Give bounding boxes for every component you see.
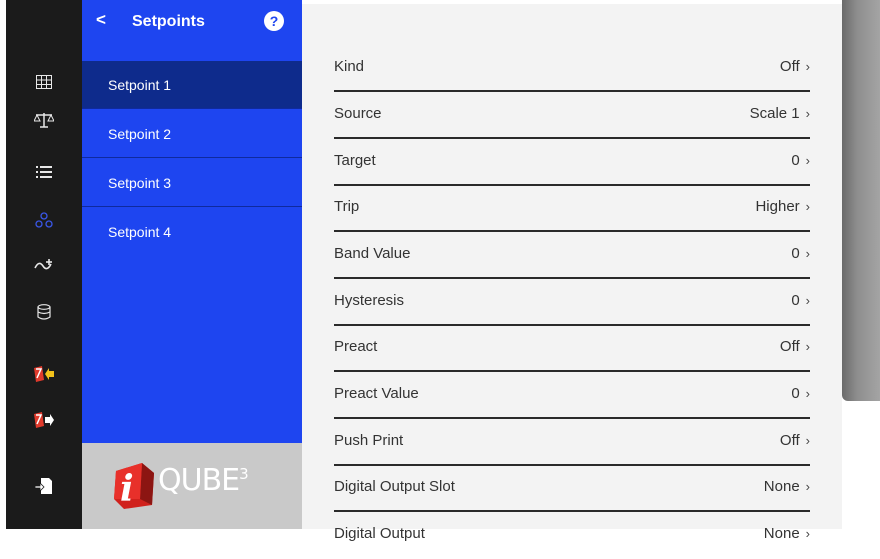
setting-label: Digital Output	[334, 525, 425, 542]
menu-item-label: Setpoint 3	[108, 174, 172, 191]
setting-row-kind[interactable]: Kind Off ›	[334, 46, 810, 92]
menu-title: Setpoints	[132, 13, 205, 30]
help-icon[interactable]: ?	[264, 11, 284, 31]
setting-value: 0 ›	[791, 385, 810, 402]
chevron-right-icon: ›	[805, 246, 810, 261]
icon-rail	[0, 0, 82, 529]
signal-icon[interactable]	[6, 251, 82, 279]
menu-item-setpoint-4[interactable]: Setpoint 4	[82, 208, 302, 256]
chevron-right-icon: ›	[805, 526, 810, 541]
setting-label: Preact	[334, 338, 378, 355]
menu-item-label: Setpoint 4	[108, 224, 172, 240]
setting-value: Off ›	[780, 58, 810, 75]
chevron-right-icon: ›	[805, 433, 810, 448]
setting-label: Source	[334, 105, 382, 122]
svg-text:i: i	[120, 468, 134, 510]
menu-item-label: Setpoint 1	[108, 76, 172, 93]
setting-value-text: 0	[791, 152, 800, 169]
chevron-right-icon: ›	[805, 199, 810, 214]
setting-row-preact[interactable]: Preact Off ›	[334, 326, 810, 372]
chevron-right-icon: ›	[805, 153, 810, 168]
chevron-right-icon: ›	[805, 293, 810, 308]
setting-value-text: 0	[791, 245, 800, 262]
setting-label: Kind	[334, 58, 365, 75]
setting-label: Preact Value	[334, 385, 419, 402]
setting-row-push-print[interactable]: Push Print Off ›	[334, 420, 810, 466]
menu-item-setpoint-1[interactable]: Setpoint 1	[82, 61, 302, 109]
chevron-right-icon: ›	[805, 106, 810, 121]
setting-value: Higher ›	[755, 198, 810, 215]
setting-row-digital-output-slot[interactable]: Digital Output Slot None ›	[334, 466, 810, 512]
setting-label: Band Value	[334, 245, 411, 262]
logo-text: QUBE3	[158, 463, 249, 498]
setting-value: None ›	[764, 525, 810, 542]
setting-value: Off ›	[780, 432, 810, 449]
export-icon[interactable]	[6, 406, 82, 434]
chevron-right-icon: ›	[805, 59, 810, 74]
network-icon[interactable]	[6, 206, 82, 234]
setting-label: Digital Output Slot	[334, 478, 455, 495]
setting-value-text: None	[763, 525, 800, 542]
logo-word: QUBE	[158, 463, 240, 498]
list-icon[interactable]	[6, 158, 82, 186]
setting-row-hysteresis[interactable]: Hysteresis 0 ›	[334, 280, 810, 326]
chevron-right-icon: ›	[805, 479, 810, 494]
import-icon[interactable]	[6, 360, 82, 388]
setting-row-digital-output[interactable]: Digital Output None ›	[334, 513, 810, 559]
setting-value-text: 0	[791, 385, 800, 402]
setting-value-text: Off	[779, 58, 800, 75]
setting-value-text: Off	[779, 432, 800, 449]
menu-item-label: Setpoint 2	[108, 125, 172, 142]
setting-row-trip[interactable]: Trip Higher ›	[334, 186, 810, 232]
menu-item-setpoint-2[interactable]: Setpoint 2	[82, 110, 302, 158]
chevron-right-icon: ›	[805, 339, 810, 354]
setting-row-preact-value[interactable]: Preact Value 0 ›	[334, 373, 810, 419]
setting-value: 0 ›	[791, 152, 810, 169]
database-icon[interactable]	[6, 298, 82, 326]
setting-value-text: None	[763, 478, 800, 495]
setting-label: Hysteresis	[334, 292, 405, 309]
setting-value-text: Off	[779, 338, 800, 355]
chevron-right-icon: ›	[805, 386, 810, 401]
setting-value: 0 ›	[791, 245, 810, 262]
brand-logo: i QUBE3	[82, 443, 302, 529]
window-shadow	[842, 0, 880, 401]
setting-value-text: Higher	[755, 198, 800, 215]
setting-value: 0 ›	[791, 292, 810, 309]
setting-value: Scale 1 ›	[750, 105, 810, 122]
setting-label: Target	[334, 152, 376, 169]
setting-value: None ›	[764, 478, 810, 495]
setting-label: Trip	[334, 198, 360, 215]
setting-value-text: 0	[791, 292, 800, 309]
grid-icon[interactable]	[6, 68, 82, 96]
logo-cube-icon: i	[114, 463, 154, 510]
scale-icon[interactable]	[6, 106, 82, 134]
back-button[interactable]: <	[96, 10, 106, 30]
menu-header: < Setpoints ?	[82, 0, 302, 50]
setting-value: Off ›	[780, 338, 810, 355]
logo-superscript: 3	[239, 465, 248, 483]
setpoints-menu: < Setpoints ? Setpoint 1 Setpoint 2 Setp…	[82, 0, 302, 529]
setting-row-band-value[interactable]: Band Value 0 ›	[334, 233, 810, 279]
setting-label: Push Print	[334, 432, 404, 449]
setting-value-text: Scale 1	[749, 105, 800, 122]
file-transfer-icon[interactable]	[6, 472, 82, 500]
setting-row-target[interactable]: Target 0 ›	[334, 140, 810, 186]
menu-item-setpoint-3[interactable]: Setpoint 3	[82, 159, 302, 207]
setting-row-source[interactable]: Source Scale 1 ›	[334, 93, 810, 139]
setpoint-settings-list: Kind Off › Source Scale 1 › Target 0 › Trip…	[302, 0, 842, 542]
